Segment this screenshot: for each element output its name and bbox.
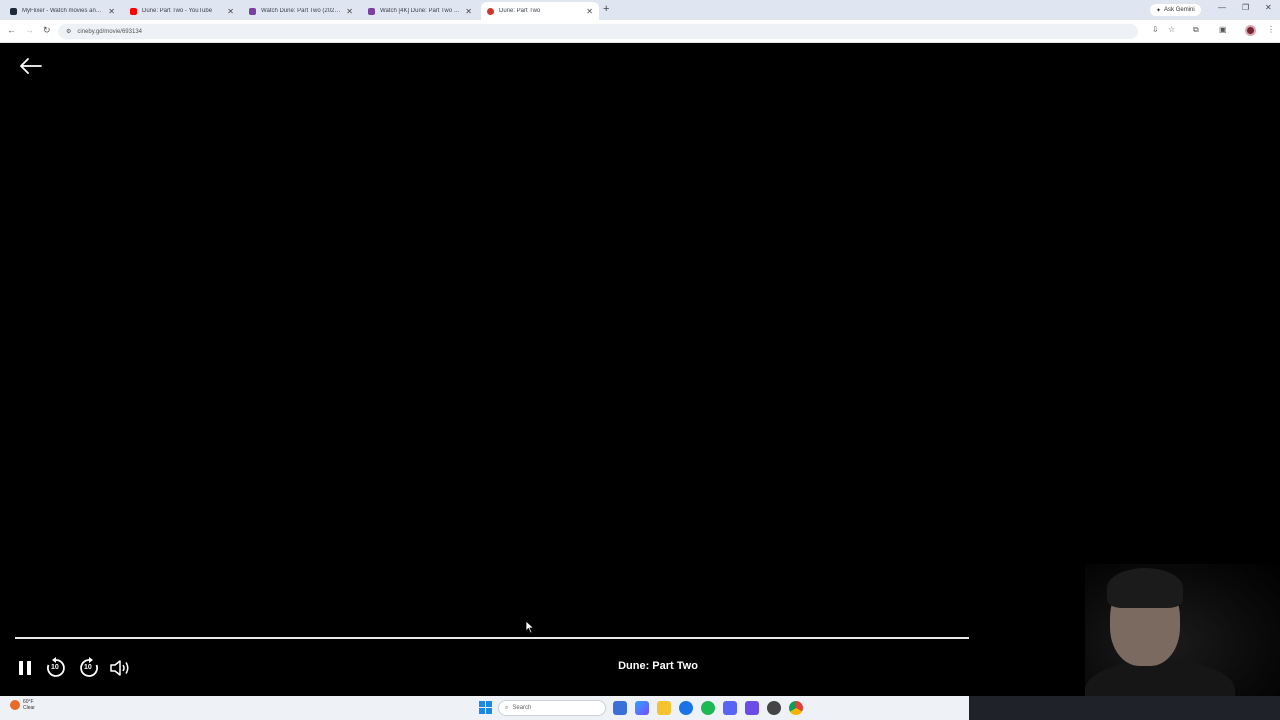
forward-seconds-label: 10 xyxy=(84,664,92,671)
webcam-hair xyxy=(1107,568,1183,608)
weather-widget[interactable]: 60°F Clear xyxy=(10,699,35,711)
url-text: cineby.gd/movie/693134 xyxy=(77,28,142,35)
weather-sun-icon xyxy=(10,700,20,710)
browser-toolbar: ← → ↻ ⚙ cineby.gd/movie/693134 ⇩ ☆ ⧉ ▣ ⋮ xyxy=(0,20,1280,43)
windows-taskbar: 60°F Clear ⌕ Search xyxy=(0,696,1280,720)
tab-myflixer[interactable]: MyFlixer - Watch movies and S... ✕ xyxy=(4,2,121,20)
install-app-icon[interactable]: ⇩ xyxy=(1152,25,1159,34)
chrome-icon[interactable] xyxy=(789,701,803,715)
app-grid-icon[interactable] xyxy=(745,701,759,715)
minimize-icon[interactable]: — xyxy=(1218,3,1226,12)
tab-title: Dune: Part Two xyxy=(499,8,541,14)
file-explorer-icon[interactable] xyxy=(657,701,671,715)
webcam-overlay xyxy=(1085,564,1280,696)
forward-10-button[interactable]: 10 xyxy=(77,656,101,680)
browser-tab-bar: MyFlixer - Watch movies and S... ✕ Dune:… xyxy=(0,0,1280,20)
spotify-icon[interactable] xyxy=(701,701,715,715)
video-player[interactable]: 10 10 Dune: Part Two xyxy=(0,44,1280,696)
windows-start-icon[interactable] xyxy=(479,701,492,714)
discord-icon[interactable] xyxy=(723,701,737,715)
profile-avatar[interactable] xyxy=(1245,25,1256,36)
webcam-shoulders xyxy=(1085,660,1235,696)
search-placeholder: Search xyxy=(512,705,532,711)
tab-title: Dune: Part Two - YouTube xyxy=(142,8,213,14)
close-tab-icon[interactable]: ✕ xyxy=(465,7,472,16)
site-favicon-icon xyxy=(368,7,375,15)
restore-icon[interactable]: ❐ xyxy=(1242,3,1249,12)
copilot-icon[interactable] xyxy=(635,701,649,715)
progress-bar[interactable] xyxy=(15,637,969,639)
progress-fill xyxy=(15,637,969,639)
bookmark-star-icon[interactable]: ☆ xyxy=(1168,25,1175,34)
myflixer-favicon-icon xyxy=(10,7,17,15)
back-icon[interactable]: ← xyxy=(7,25,16,35)
steam-icon[interactable] xyxy=(767,701,781,715)
tab-watch-dune-4k[interactable]: Watch [4K] Dune: Part Two (202... ✕ xyxy=(362,2,478,20)
pause-icon xyxy=(19,661,31,675)
tab-title: MyFlixer - Watch movies and S... xyxy=(22,8,105,14)
cineby-favicon-icon xyxy=(487,7,494,15)
tab-title: Watch Dune: Part Two (2024) Fr... xyxy=(261,8,342,14)
search-icon: ⌕ xyxy=(505,704,509,711)
tab-youtube[interactable]: Dune: Part Two - YouTube ✕ xyxy=(124,2,240,20)
side-panel-icon[interactable]: ▣ xyxy=(1219,25,1227,34)
close-window-icon[interactable]: ✕ xyxy=(1265,3,1272,12)
edge-icon[interactable] xyxy=(679,701,693,715)
ask-gemini-button[interactable]: ✦ Ask Gemini xyxy=(1150,4,1201,16)
tab-title: Watch [4K] Dune: Part Two (202... xyxy=(380,8,461,14)
close-tab-icon[interactable]: ✕ xyxy=(108,7,115,16)
close-tab-icon[interactable]: ✕ xyxy=(586,7,593,16)
address-bar[interactable]: ⚙ cineby.gd/movie/693134 xyxy=(58,24,1138,39)
forward-icon[interactable]: → xyxy=(25,25,34,35)
movie-title: Dune: Part Two xyxy=(618,660,698,672)
mouse-cursor-icon xyxy=(525,620,535,634)
site-favicon-icon xyxy=(249,7,256,15)
back-arrow-icon[interactable] xyxy=(20,58,42,74)
youtube-favicon-icon xyxy=(130,7,137,15)
tab-watch-dune[interactable]: Watch Dune: Part Two (2024) Fr... ✕ xyxy=(243,2,359,20)
ask-gemini-label: Ask Gemini xyxy=(1164,7,1195,13)
rewind-10-button[interactable]: 10 xyxy=(44,656,68,680)
site-info-icon[interactable]: ⚙ xyxy=(66,28,71,35)
volume-button[interactable] xyxy=(109,656,133,680)
new-tab-icon[interactable]: + xyxy=(603,3,609,15)
gemini-sparkle-icon: ✦ xyxy=(1156,7,1162,14)
close-tab-icon[interactable]: ✕ xyxy=(227,7,234,16)
extensions-icon[interactable]: ⧉ xyxy=(1193,25,1199,35)
menu-kebab-icon[interactable]: ⋮ xyxy=(1267,25,1275,34)
volume-icon xyxy=(110,660,129,676)
reload-icon[interactable]: ↻ xyxy=(43,25,51,36)
rewind-seconds-label: 10 xyxy=(51,664,59,671)
pause-button[interactable] xyxy=(13,656,37,680)
close-tab-icon[interactable]: ✕ xyxy=(346,7,353,16)
taskbar-search[interactable]: ⌕ Search xyxy=(498,700,606,716)
tab-dune-part-two[interactable]: Dune: Part Two ✕ xyxy=(481,2,599,20)
weather-condition: Clear xyxy=(23,705,35,711)
task-view-icon[interactable] xyxy=(613,701,627,715)
